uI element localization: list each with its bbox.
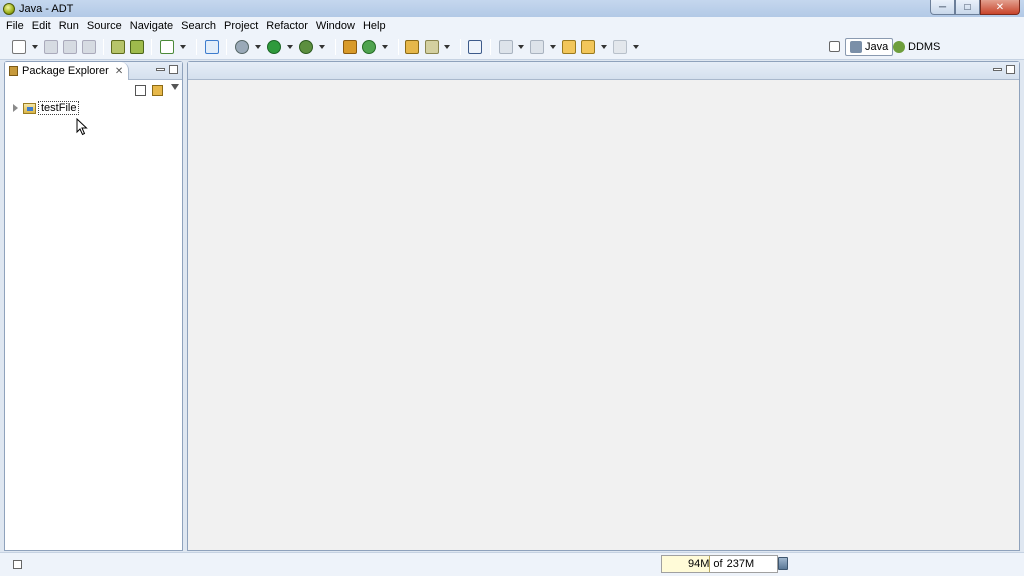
forward-dropdown-icon[interactable] [633,45,639,49]
toolbar-separator [490,39,491,55]
package-explorer-tab[interactable]: Package Explorer ✕ [5,62,129,80]
run-icon[interactable] [267,40,281,54]
maximize-button[interactable]: □ [955,0,980,15]
menu-file[interactable]: File [0,17,28,35]
menu-edit[interactable]: Edit [28,17,55,35]
expand-arrow-icon[interactable] [13,104,18,112]
view-menu-icon[interactable] [171,84,179,90]
new-class-dropdown-icon[interactable] [382,45,388,49]
fast-view-icon[interactable] [13,560,22,569]
open-perspective-icon[interactable] [829,41,840,52]
status-bar: 94M of 237M [0,552,1024,576]
menu-source[interactable]: Source [83,17,126,35]
toolbar-separator [226,39,227,55]
new-java-package-icon[interactable] [343,40,357,54]
back-dropdown-icon[interactable] [601,45,607,49]
window-controls: ─ □ ✕ [930,0,1020,15]
forward-icon[interactable] [613,40,627,54]
toolbar-separator [196,39,197,55]
run-dropdown-icon[interactable] [287,45,293,49]
menu-project[interactable]: Project [220,17,262,35]
java-perspective-icon [850,41,862,53]
close-view-icon[interactable]: ✕ [115,66,123,77]
perspective-ddms-label: DDMS [908,41,941,53]
title-bar: Java - ADT ─ □ ✕ [0,0,1024,17]
menu-navigate[interactable]: Navigate [126,17,177,35]
tree-item-project[interactable]: testFile [13,101,80,115]
collapse-all-icon[interactable] [135,85,146,96]
menu-refactor[interactable]: Refactor [262,17,312,35]
mouse-cursor-icon [76,118,88,136]
open-type-icon[interactable] [405,40,419,54]
android-project-icon [23,102,36,114]
maximize-view-icon[interactable] [169,65,178,74]
menu-help[interactable]: Help [359,17,390,35]
package-explorer-tabbar: Package Explorer ✕ [5,62,182,80]
heap-status: 94M of 237M [661,555,778,573]
project-label[interactable]: testFile [38,101,80,115]
package-explorer-view: Package Explorer ✕ testFile [4,61,183,551]
ddms-perspective-icon [893,41,905,53]
external-tools-icon[interactable] [299,40,313,54]
perspective-ddms-button[interactable]: DDMS [889,38,944,56]
view-minmax-controls [156,65,178,74]
menu-run[interactable]: Run [55,17,83,35]
package-explorer-icon [9,66,18,76]
heap-of: of [713,558,723,570]
lint-dropdown-icon[interactable] [180,45,186,49]
perspective-java-label: Java [865,41,889,53]
lint-check-icon[interactable] [160,40,174,54]
debug-dropdown-icon[interactable] [255,45,261,49]
maximize-editor-icon[interactable] [1006,65,1015,74]
editor-tabbar [188,62,1019,80]
package-explorer-toolbar [5,81,182,99]
next-annotation-icon[interactable] [499,40,513,54]
link-with-editor-icon[interactable] [152,85,163,96]
minimize-view-icon[interactable] [156,68,165,71]
run-garbage-collector-icon[interactable] [778,557,788,570]
editor-area [187,61,1020,551]
menu-window[interactable]: Window [312,17,359,35]
android-avd-manager-icon[interactable] [130,40,144,54]
search-dropdown-icon[interactable] [444,45,450,49]
window-title: Java - ADT [19,2,74,15]
new-android-project-icon[interactable] [205,40,219,54]
new-wizard-icon[interactable] [12,40,26,54]
perspective-java-button[interactable]: Java [845,38,894,56]
print-icon[interactable] [82,40,96,54]
toolbar-separator [335,39,336,55]
toggle-mark-occurrences-icon[interactable] [468,40,482,54]
editor-minmax-controls [993,65,1015,74]
heap-total: 237M [726,558,755,570]
save-all-icon[interactable] [63,40,77,54]
menu-bar: File Edit Run Source Navigate Search Pro… [0,17,1024,35]
package-explorer-title: Package Explorer [22,65,109,77]
search-icon[interactable] [425,40,439,54]
last-edit-location-icon[interactable] [562,40,576,54]
toolbar-separator [103,39,104,55]
previous-annotation-icon[interactable] [530,40,544,54]
heap-used: 94M [688,558,710,570]
minimize-button[interactable]: ─ [930,0,955,15]
previous-annotation-dropdown-icon[interactable] [550,45,556,49]
main-toolbar: Java DDMS [0,35,1024,60]
close-button[interactable]: ✕ [980,0,1020,15]
debug-icon[interactable] [235,40,249,54]
next-annotation-dropdown-icon[interactable] [518,45,524,49]
menu-search[interactable]: Search [177,17,220,35]
external-tools-dropdown-icon[interactable] [319,45,325,49]
android-sdk-manager-icon[interactable] [111,40,125,54]
toolbar-separator [151,39,152,55]
new-java-class-icon[interactable] [362,40,376,54]
new-dropdown-icon[interactable] [32,45,38,49]
toolbar-separator [398,39,399,55]
save-icon[interactable] [44,40,58,54]
toolbar-separator [460,39,461,55]
back-icon[interactable] [581,40,595,54]
minimize-editor-icon[interactable] [993,68,1002,71]
adt-app-icon [3,2,15,15]
